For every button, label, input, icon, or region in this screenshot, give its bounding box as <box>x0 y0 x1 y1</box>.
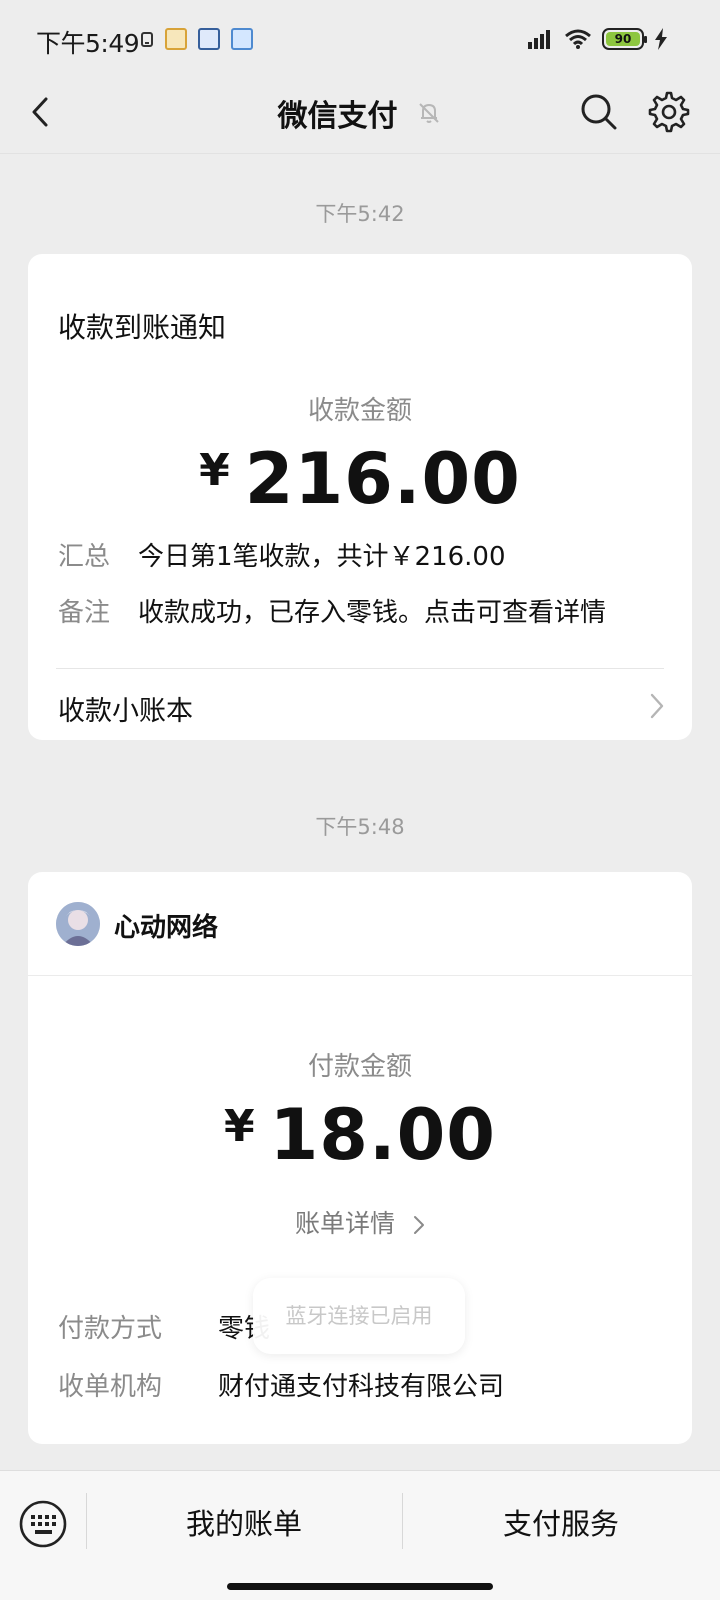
amount-value: ¥216.00 <box>28 438 692 520</box>
message-timestamp: 下午5:48 <box>315 815 405 839</box>
system-icons: 90 <box>528 28 668 50</box>
payment-card[interactable]: 心动网络 付款金额 ¥18.00 账单详情 付款方式 零钱 收单机构 财付通支付… <box>28 872 692 1444</box>
merchant-avatar <box>56 902 100 946</box>
ledger-link-label: 收款小账本 <box>58 696 193 727</box>
chevron-right-icon <box>413 1216 424 1234</box>
notification-icons <box>140 28 253 50</box>
gear-icon <box>648 91 690 133</box>
card-title: 收款到账通知 <box>58 311 227 344</box>
search-icon <box>581 94 617 130</box>
screen: 下午5:49 90 微信支付 下午5:42 收款到账通知 收款金额 ¥ 216.… <box>0 0 720 1600</box>
bluetooth-toast: 蓝牙连接已启用 <box>253 1278 465 1354</box>
battery-indicator: 90 <box>602 28 647 50</box>
app-notification-icon <box>165 28 187 50</box>
card-divider <box>28 975 692 976</box>
nav-divider <box>0 153 720 154</box>
chevron-right-icon <box>650 693 664 719</box>
bill-details-link[interactable]: 账单详情 <box>28 1204 692 1240</box>
info-row-acquirer: 收单机构 财付通支付科技有限公司 <box>58 1366 662 1402</box>
page-title: 微信支付 <box>277 99 398 134</box>
keyboard-icon <box>19 1500 67 1548</box>
home-indicator[interactable] <box>227 1583 493 1590</box>
my-bills-button[interactable]: 我的账单 <box>86 1501 402 1543</box>
amount-value: ¥18.00 <box>28 1094 692 1176</box>
settings-button[interactable] <box>646 89 692 135</box>
app-notification-icon <box>198 28 220 50</box>
nav-bar: 微信支付 <box>0 75 720 151</box>
amount-number: 18.00 <box>269 1094 497 1176</box>
merchant-name: 心动网络 <box>114 913 219 943</box>
charging-icon <box>655 28 667 50</box>
amount-label: 付款金额 <box>307 1052 412 1082</box>
bill-details-label: 账单详情 <box>295 1209 396 1238</box>
receipt-notification-card[interactable]: 收款到账通知 收款金额 ¥216.00 汇总 今日第1笔收款，共计￥216.00… <box>28 254 692 740</box>
row-label: 收单机构 <box>58 1372 163 1402</box>
row-value: 财付通支付科技有限公司 <box>218 1372 505 1402</box>
row-label: 备注 <box>58 598 111 628</box>
app-notification-icon <box>231 28 253 50</box>
amount-label: 收款金额 <box>307 396 412 426</box>
info-row-note: 备注 收款成功，已存入零钱。点击可查看详情 <box>58 592 662 628</box>
status-bar: 下午5:49 90 <box>0 0 720 80</box>
bell-muted-icon <box>418 103 439 123</box>
merchant-header[interactable]: 心动网络 <box>28 872 692 975</box>
row-label: 汇总 <box>58 542 111 572</box>
row-value: 收款成功，已存入零钱。点击可查看详情 <box>138 598 607 628</box>
signal-icon <box>528 30 550 49</box>
payment-services-button[interactable]: 支付服务 <box>402 1501 720 1543</box>
bottom-bar: 我的账单 支付服务 <box>0 1470 720 1600</box>
battery-level: 90 <box>606 32 640 46</box>
info-row-summary: 汇总 今日第1笔收款，共计￥216.00 <box>58 536 662 572</box>
alarm-icon <box>140 29 154 49</box>
status-time: 下午5:49 <box>36 29 140 58</box>
row-value: 今日第1笔收款，共计￥216.00 <box>138 542 506 572</box>
currency-symbol: ¥ <box>199 445 231 496</box>
search-button[interactable] <box>576 89 622 135</box>
keyboard-toggle-button[interactable] <box>18 1499 68 1549</box>
wifi-icon <box>565 29 591 49</box>
row-label: 付款方式 <box>58 1314 163 1344</box>
ledger-link[interactable]: 收款小账本 <box>28 669 692 741</box>
currency-symbol: ¥ <box>223 1101 256 1152</box>
amount-number: 216.00 <box>244 438 521 520</box>
message-timestamp: 下午5:42 <box>315 202 405 226</box>
